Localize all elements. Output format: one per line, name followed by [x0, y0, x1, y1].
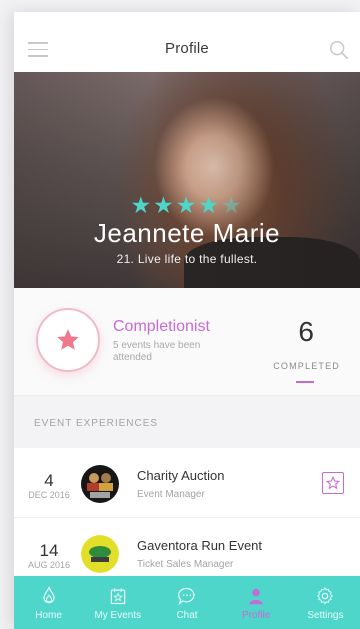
star-outline-icon	[326, 476, 340, 490]
tab-label: Profile	[242, 610, 271, 621]
gear-icon	[317, 587, 334, 605]
page-title: Profile	[165, 39, 209, 57]
half-star-icon: ★	[220, 192, 244, 218]
tab-profile[interactable]: Profile	[222, 576, 291, 629]
badge-description: 5 events have been attended	[113, 340, 201, 363]
badge-title: Completionist	[113, 318, 210, 335]
event-day: 14	[39, 541, 59, 560]
event-month-year: AUG 2016	[27, 560, 71, 570]
tab-label: Home	[35, 610, 62, 621]
star-icon: ★	[130, 192, 154, 218]
event-month-year: DEC 2016	[28, 490, 70, 500]
completed-count: 6	[298, 316, 314, 347]
tab-settings[interactable]: Settings	[291, 576, 360, 629]
tab-home[interactable]: Home	[14, 576, 83, 629]
chat-bubble-icon	[178, 587, 195, 606]
profile-screen: Profile ★★★★★ Jeannete Marie 21. Live li…	[14, 12, 360, 629]
section-title: EVENT EXPERIENCES	[14, 396, 360, 448]
favorite-button[interactable]	[322, 472, 344, 494]
event-thumbnail	[81, 465, 119, 503]
rating-stars: ★★★★★	[14, 192, 360, 219]
person-icon	[249, 588, 263, 605]
event-row[interactable]: 4 DEC 2016 Charity Auction Event Manager	[14, 448, 360, 518]
profile-hero: ★★★★★ Jeannete Marie 21. Live life to th…	[14, 72, 360, 288]
star-icon: ★	[198, 192, 221, 218]
profile-tagline: 21. Live life to the fullest.	[116, 252, 258, 266]
flame-icon	[42, 586, 55, 604]
tab-label: Settings	[307, 610, 344, 621]
event-name: Gaventora Run Event	[137, 538, 263, 553]
event-role: Event Manager	[137, 489, 205, 500]
top-bar: Profile	[14, 12, 360, 72]
event-day: 4	[44, 471, 54, 490]
completed-label: COMPLETED	[273, 361, 340, 371]
star-icon	[57, 329, 79, 350]
event-thumbnail	[81, 535, 119, 573]
tab-label: My Events	[94, 610, 142, 621]
search-icon[interactable]	[328, 39, 350, 61]
tab-my-events[interactable]: My Events	[83, 576, 152, 629]
menu-icon[interactable]	[28, 42, 48, 58]
badge-medal	[36, 308, 100, 372]
tab-label: Chat	[176, 610, 198, 621]
calendar-star-icon	[110, 588, 126, 605]
star-icon: ★	[175, 192, 199, 218]
profile-name: Jeannete Marie	[93, 218, 281, 248]
completed-underline	[296, 381, 314, 383]
bottom-tab-bar: Home My Events Chat Profile Settings	[14, 576, 360, 629]
tab-chat[interactable]: Chat	[152, 576, 221, 629]
event-name: Charity Auction	[137, 468, 225, 483]
star-icon: ★	[153, 192, 176, 218]
achievement-card[interactable]: Completionist 5 events have been attende…	[14, 288, 360, 396]
event-role: Ticket Sales Manager	[137, 559, 234, 570]
